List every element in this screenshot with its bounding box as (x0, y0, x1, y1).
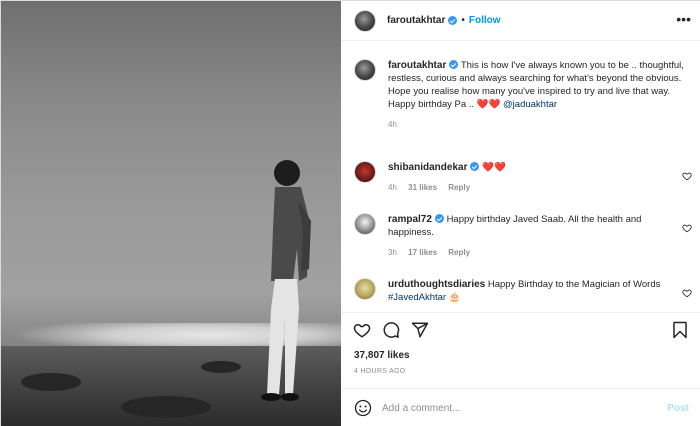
comment-item: rampal72 Happy birthday Javed Saab. All … (354, 213, 694, 257)
comment-body: urduthoughtsdiaries Happy Birthday to th… (388, 278, 673, 304)
photo-rock (21, 373, 81, 391)
photo-rock (201, 361, 241, 373)
comment-item: shibanidandekar ❤️❤️ 4h 31 likes Reply (354, 161, 694, 192)
avatar[interactable] (354, 9, 376, 32)
comments-scroll-area[interactable]: faroutakhtar This is how I've always kno… (341, 41, 700, 311)
caption-text: faroutakhtar This is how I've always kno… (388, 59, 688, 111)
heart-icon[interactable] (353, 321, 371, 339)
post-sidebar: faroutakhtar • Follow ••• faroutakhtar T… (341, 1, 700, 426)
comment-username[interactable]: rampal72 (388, 214, 432, 225)
post-header: faroutakhtar • Follow ••• (341, 1, 700, 41)
heart-icon[interactable] (682, 171, 692, 181)
hashtag-link[interactable]: #JavedAkhtar (388, 292, 446, 303)
comment-text: ❤️❤️ (482, 162, 506, 173)
heart-icon[interactable] (682, 223, 692, 233)
comment-username[interactable]: shibanidandekar (388, 162, 467, 173)
verified-badge-icon (434, 214, 444, 223)
cake-emoji: 🎂 (448, 292, 461, 303)
comment-username[interactable]: urduthoughtsdiaries (388, 279, 485, 290)
comment-text: Happy Birthday to the Magician of Words (487, 279, 661, 290)
comment-body: shibanidandekar ❤️❤️ (388, 161, 673, 174)
verified-badge-icon (470, 162, 480, 171)
heart-icon[interactable] (682, 288, 692, 298)
photo-person-figure (261, 160, 311, 401)
header-username[interactable]: faroutakhtar (387, 15, 445, 26)
photo-rock (121, 396, 211, 418)
reply-button[interactable]: Reply (448, 248, 470, 257)
caption: faroutakhtar This is how I've always kno… (354, 59, 694, 129)
verified-badge-icon (448, 16, 458, 25)
comment-meta: 3h 17 likes Reply (388, 248, 673, 257)
likes-count[interactable]: 37,807 likes (354, 350, 410, 361)
caption-line2: Hope you realise how many you've inspire… (388, 86, 671, 97)
posted-time[interactable]: 4 HOURS AGO (354, 368, 406, 375)
share-icon[interactable] (411, 321, 429, 339)
action-bar (341, 312, 700, 346)
bookmark-icon[interactable] (671, 321, 689, 339)
post-photo (1, 1, 341, 426)
smiley-icon[interactable] (354, 399, 372, 417)
post-dialog: faroutakhtar • Follow ••• faroutakhtar T… (0, 0, 700, 426)
comment-icon[interactable] (382, 321, 400, 339)
avatar[interactable] (354, 161, 376, 183)
reply-button[interactable]: Reply (448, 183, 470, 192)
avatar[interactable] (354, 213, 376, 235)
comment-meta: 4h 31 likes Reply (388, 183, 673, 192)
comment-time[interactable]: 3h (388, 248, 397, 257)
comment-input[interactable] (382, 402, 642, 414)
comment-time[interactable]: 4h (388, 183, 397, 192)
avatar[interactable] (354, 59, 376, 81)
caption-mention-link[interactable]: @jaduakhtar (503, 99, 557, 110)
separator-dot: • (461, 15, 465, 26)
more-horizontal-icon[interactable]: ••• (676, 12, 691, 26)
comment-likes[interactable]: 31 likes (408, 183, 437, 192)
caption-time[interactable]: 4h (388, 120, 397, 129)
caption-hearts: ❤️❤️ (476, 99, 501, 110)
post-button[interactable]: Post (667, 403, 689, 414)
comment-item: urduthoughtsdiaries Happy Birthday to th… (354, 278, 694, 304)
avatar[interactable] (354, 278, 376, 300)
verified-badge-icon (449, 60, 459, 69)
add-comment-bar: Post (341, 388, 700, 426)
follow-button[interactable]: Follow (469, 15, 501, 26)
comment-body: rampal72 Happy birthday Javed Saab. All … (388, 213, 673, 239)
caption-username[interactable]: faroutakhtar (388, 60, 446, 71)
caption-meta: 4h (388, 120, 688, 129)
caption-line3: Happy birthday Pa .. (388, 99, 475, 110)
comment-likes[interactable]: 17 likes (408, 248, 437, 257)
